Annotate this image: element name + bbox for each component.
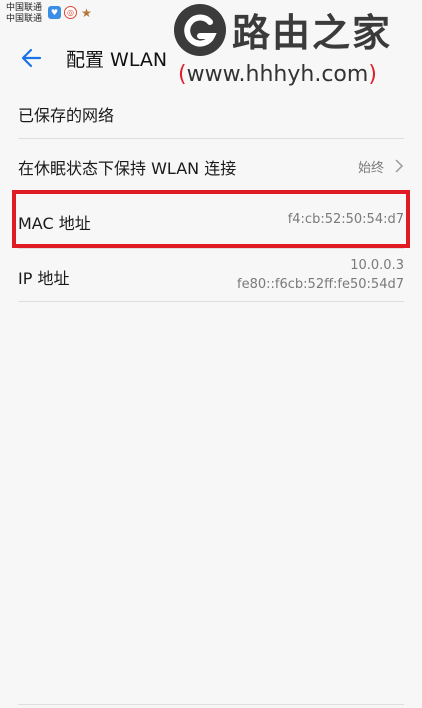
keep-wlan-on-sleep-value: 始终 xyxy=(357,161,384,176)
carrier-label-1: 中国联通 xyxy=(6,3,43,13)
watermark-url-text: www.hhhyh.com xyxy=(186,62,369,87)
chevron-right-icon xyxy=(394,158,404,173)
watermark-name: 路由之家 xyxy=(232,11,393,55)
divider xyxy=(18,704,404,705)
mac-address-highlight-box xyxy=(12,190,410,248)
ip-address-value-v6: fe80::f6cb:52ff:fe50:54d7 xyxy=(237,277,404,292)
watermark-url-close: ) xyxy=(368,62,377,87)
watermark-url-open: ( xyxy=(178,62,187,87)
watermark-logo xyxy=(174,4,226,56)
carrier-label-2: 中国联通 xyxy=(6,14,43,24)
star-icon: ★ xyxy=(81,5,92,20)
ip-address-label: IP 地址 xyxy=(18,269,70,288)
ip-address-row: IP 地址 10.0.0.3 fe80::f6cb:52ff:fe50:54d7 xyxy=(18,249,404,302)
keep-wlan-on-sleep-row[interactable]: 在休眠状态下保持 WLAN 连接 始终 xyxy=(18,139,404,192)
page-title: 配置 WLAN xyxy=(66,49,168,71)
notification-icons: ♥ ◎ ★ xyxy=(48,5,93,20)
ip-address-value-v4: 10.0.0.3 xyxy=(350,258,404,273)
keep-wlan-on-sleep-label: 在休眠状态下保持 WLAN 连接 xyxy=(18,159,237,178)
watermark-url: (www.hhhyh.com) xyxy=(178,62,377,87)
weibo-icon: ◎ xyxy=(64,6,77,19)
watermark: 路由之家 (www.hhhyh.com) xyxy=(160,0,422,100)
saved-networks-label: 已保存的网络 xyxy=(18,106,115,125)
back-arrow-icon[interactable] xyxy=(18,44,46,72)
message-icon: ♥ xyxy=(48,6,61,19)
saved-networks-row[interactable]: 已保存的网络 xyxy=(18,86,404,139)
